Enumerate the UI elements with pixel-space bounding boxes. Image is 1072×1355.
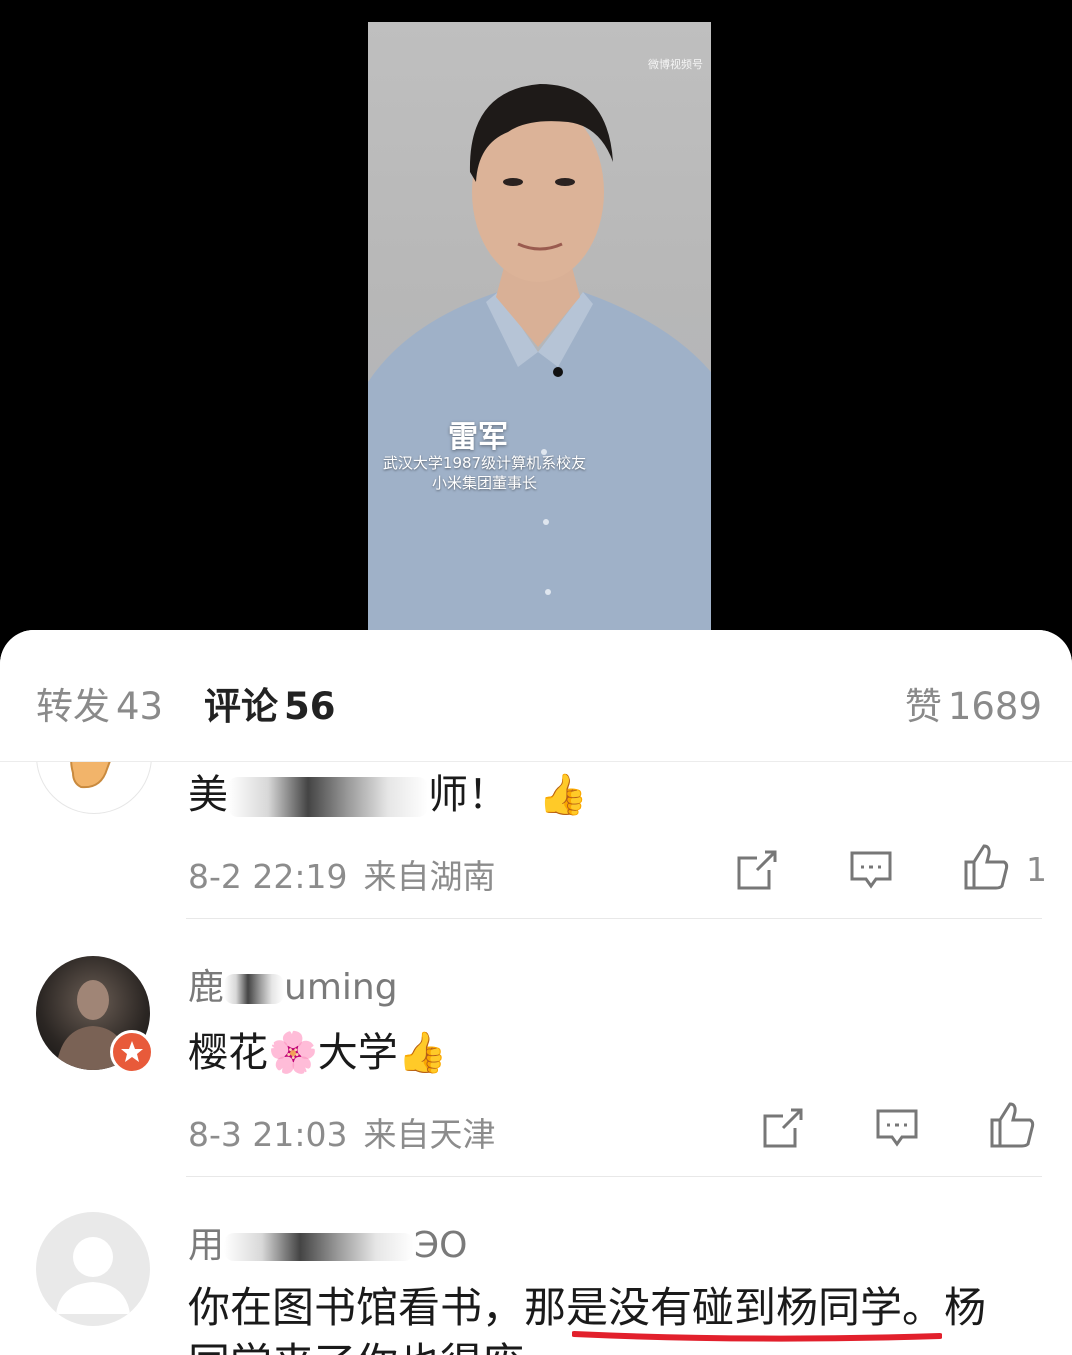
comment-text: 你在图书馆看书，那是没有碰到杨同学。杨 <box>188 1283 987 1332</box>
name-start: 用 <box>188 1225 225 1266</box>
name-end: ЭО <box>414 1225 468 1266</box>
tab-likes[interactable]: 赞 1689 <box>905 676 1042 730</box>
tab-likes-label: 赞 <box>904 685 942 728</box>
speaker-title-line1: 武汉大学1987级计算机系校友 <box>382 454 587 472</box>
speaker-name-caption: 雷军 <box>448 420 508 455</box>
video-frame[interactable]: 微博视频号 雷军 武汉大学1987级计算机系校友 小米集团董事长 <box>368 22 711 640</box>
tab-comments[interactable]: 评论 56 <box>204 676 336 730</box>
commenter-name[interactable]: 用 ЭО <box>188 1216 468 1268</box>
comments-sheet: 转发43 评论56 赞1689 美师！👍 8-2 22:19来自湖南 <box>0 630 1072 1355</box>
video-player[interactable]: 微博视频号 雷军 武汉大学1987级计算机系校友 小米集团董事长 <box>0 0 1072 640</box>
tab-likes-count: 1689 <box>947 685 1042 728</box>
tab-reposts-count: 43 <box>116 685 164 728</box>
speaker-figure <box>368 84 711 640</box>
default-user-icon <box>56 1237 130 1314</box>
tab-bar: 转发 43 评论 56 赞 1689 <box>0 630 1072 762</box>
red-underline-annotation <box>572 1331 942 1342</box>
tab-reposts-label: 转发 <box>36 685 110 728</box>
tab-comments-count: 56 <box>284 685 336 728</box>
avatar[interactable] <box>36 1212 150 1326</box>
comment-text-continued: 同学来了你也得废 <box>188 1330 524 1355</box>
redacted-text <box>224 1233 415 1261</box>
speaker-title-line2: 小米集团董事长 <box>431 474 537 492</box>
tab-comments-label: 评论 <box>204 685 278 728</box>
tab-reposts[interactable]: 转发 43 <box>36 676 163 730</box>
